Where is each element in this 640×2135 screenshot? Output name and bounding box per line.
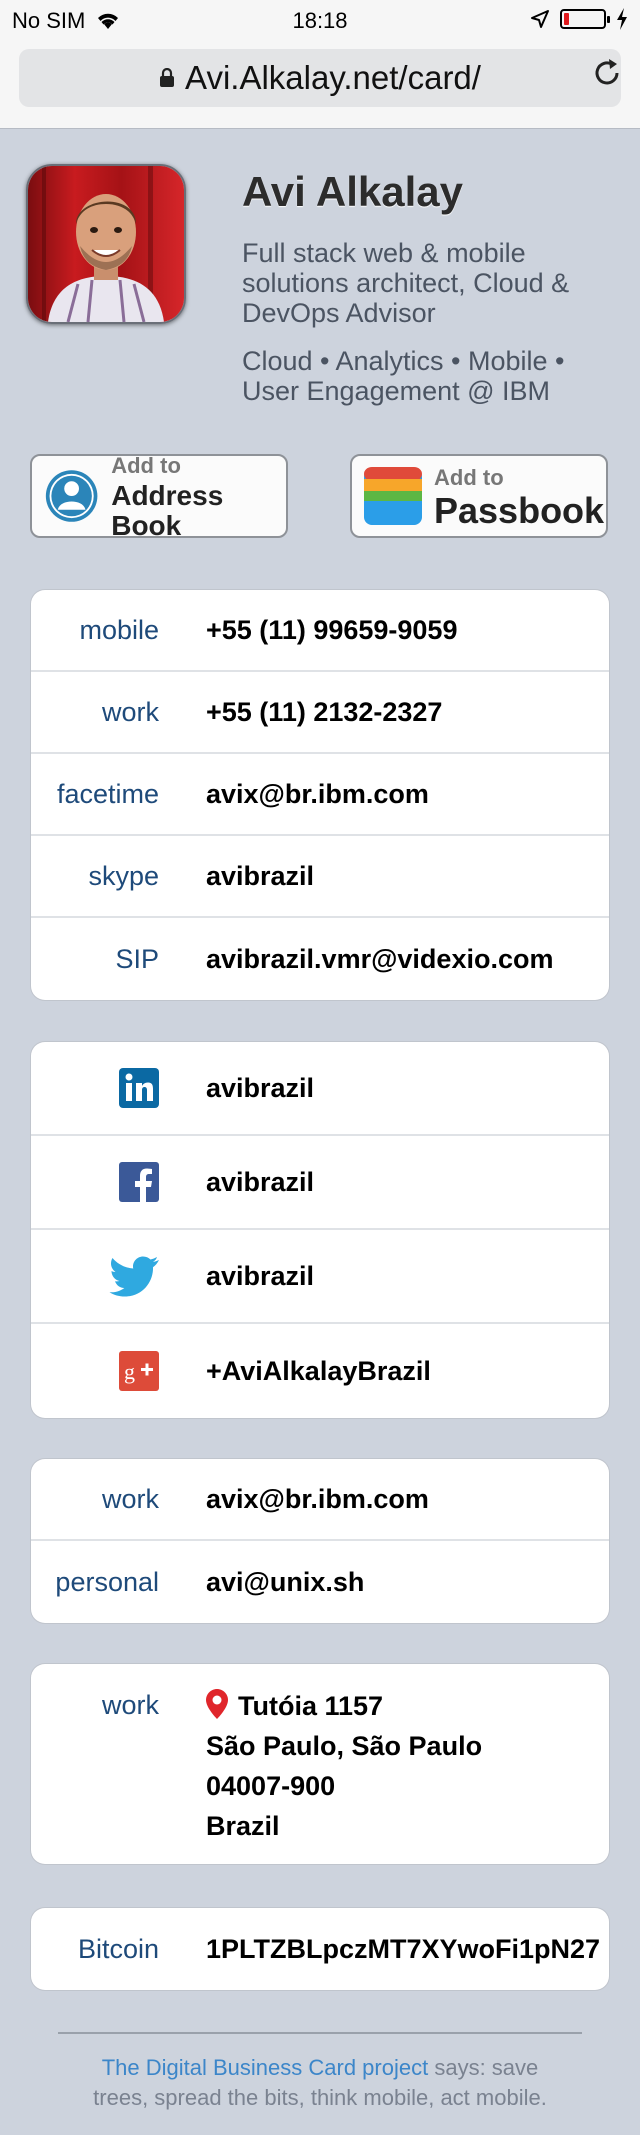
row-label: work [101,1483,159,1514]
avatar [26,164,186,324]
address-card: work Tutóia 1157 São Paulo, São Paulo 04… [31,1664,609,1864]
row-value[interactable]: avibrazil [206,1167,314,1198]
svg-text:g: g [124,1359,135,1384]
profile-name: Avi Alkalay [242,168,464,215]
row-label: SIP [115,943,159,974]
skype-row[interactable]: skype avibrazil [31,836,609,918]
footer-text-2: trees, spread the bits, think mobile, ac… [93,2085,547,2110]
address-book-label: Address Book [111,480,224,541]
row-label: facetime [56,778,159,809]
row-label: skype [88,860,159,891]
row-value[interactable]: avibrazil.vmr@videxio.com [206,944,553,975]
address-row-work[interactable]: work Tutóia 1157 São Paulo, São Paulo 04… [31,1664,609,1864]
row-value[interactable]: avi@unix.sh [206,1567,364,1598]
social-networks-card: avibrazil avibrazil avibrazil g +AviAlka… [31,1042,609,1418]
location-arrow-icon [531,10,549,28]
facetime-row[interactable]: facetime avix@br.ibm.com [31,754,609,836]
profile-affiliation: Cloud • Analytics • Mobile • User Engage… [242,346,565,406]
profile-tagline: Full stack web & mobile solutions archit… [242,238,570,328]
googleplus-row[interactable]: g +AviAlkalayBrazil [31,1324,609,1418]
status-right [530,8,628,30]
row-value[interactable]: avix@br.ibm.com [206,1484,429,1515]
twitter-icon [109,1256,159,1297]
browser-toolbar: Avi.Alkalay.net/card/ [0,44,640,129]
row-label: work [101,696,159,727]
phone-row-work[interactable]: work +55 (11) 2132-2327 [31,672,609,754]
passbook-small-label: Add to [434,465,504,490]
passbook-icon [364,467,422,525]
address-value[interactable]: Tutóia 1157 São Paulo, São Paulo 04007-9… [206,1686,482,1846]
address-line-2: São Paulo, São Paulo [206,1731,483,1761]
row-value[interactable]: avix@br.ibm.com [206,779,429,810]
bitcoin-address[interactable]: 1PLTZBLpczMT7XYwoFi1pN27 [206,1934,600,1965]
address-bar[interactable]: Avi.Alkalay.net/card/ [19,49,621,107]
map-pin-icon [206,1689,228,1719]
facebook-icon [119,1162,159,1202]
charging-bolt-icon [617,8,627,30]
email-row-personal[interactable]: personal avi@unix.sh [31,1541,609,1623]
add-to-passbook-button[interactable]: Add to Passbook [350,454,608,538]
sip-row[interactable]: SIP avibrazil.vmr@videxio.com [31,918,609,1000]
lock-icon [160,68,175,87]
linkedin-row[interactable]: avibrazil [31,1042,609,1136]
address-line-3: 04007-900 [206,1771,336,1801]
twitter-row[interactable]: avibrazil [31,1230,609,1324]
add-to-address-book-button[interactable]: Add to Address Book [30,453,288,541]
address-line-1: Tutóia 1157 [238,1691,384,1721]
row-value[interactable]: avibrazil [206,1073,314,1104]
profile-photo [28,166,184,322]
row-value[interactable]: +AviAlkalayBrazil [206,1356,431,1387]
phone-row-mobile[interactable]: mobile +55 (11) 99659-9059 [31,590,609,672]
googleplus-icon: g [119,1351,159,1391]
row-label: personal [55,1566,159,1597]
battery-icon [560,9,610,29]
address-line-4: Brazil [206,1811,280,1841]
url-text: Avi.Alkalay.net/card/ [185,59,481,96]
emails-card: work avix@br.ibm.com personal avi@unix.s… [31,1459,609,1623]
row-value[interactable]: avibrazil [206,861,314,892]
row-value[interactable]: +55 (11) 99659-9059 [206,615,457,646]
row-label: Bitcoin [77,1933,159,1964]
row-label: mobile [79,614,159,645]
footer-divider [58,2032,582,2034]
footer-text-1: says: save [428,2055,539,2080]
address-book-small-label: Add to [111,453,181,478]
facebook-row[interactable]: avibrazil [31,1136,609,1230]
project-link[interactable]: The Digital Business Card project [102,2055,428,2080]
email-row-work[interactable]: work avix@br.ibm.com [31,1459,609,1541]
status-bar: No SIM 18:18 [0,0,640,44]
bitcoin-row[interactable]: Bitcoin 1PLTZBLpczMT7XYwoFi1pN27 [31,1908,609,1990]
contact-phones-card: mobile +55 (11) 99659-9059 work +55 (11)… [31,590,609,1000]
row-value[interactable]: +55 (11) 2132-2327 [206,697,442,728]
row-value[interactable]: avibrazil [206,1261,314,1292]
passbook-label: Passbook [434,490,605,531]
linkedin-icon [119,1068,159,1108]
row-label: work [101,1690,159,1720]
bitcoin-card: Bitcoin 1PLTZBLpczMT7XYwoFi1pN27 [31,1908,609,1990]
footer: The Digital Business Card project says: … [60,2053,580,2113]
contact-person-icon [45,470,98,522]
reload-icon[interactable] [590,56,624,90]
